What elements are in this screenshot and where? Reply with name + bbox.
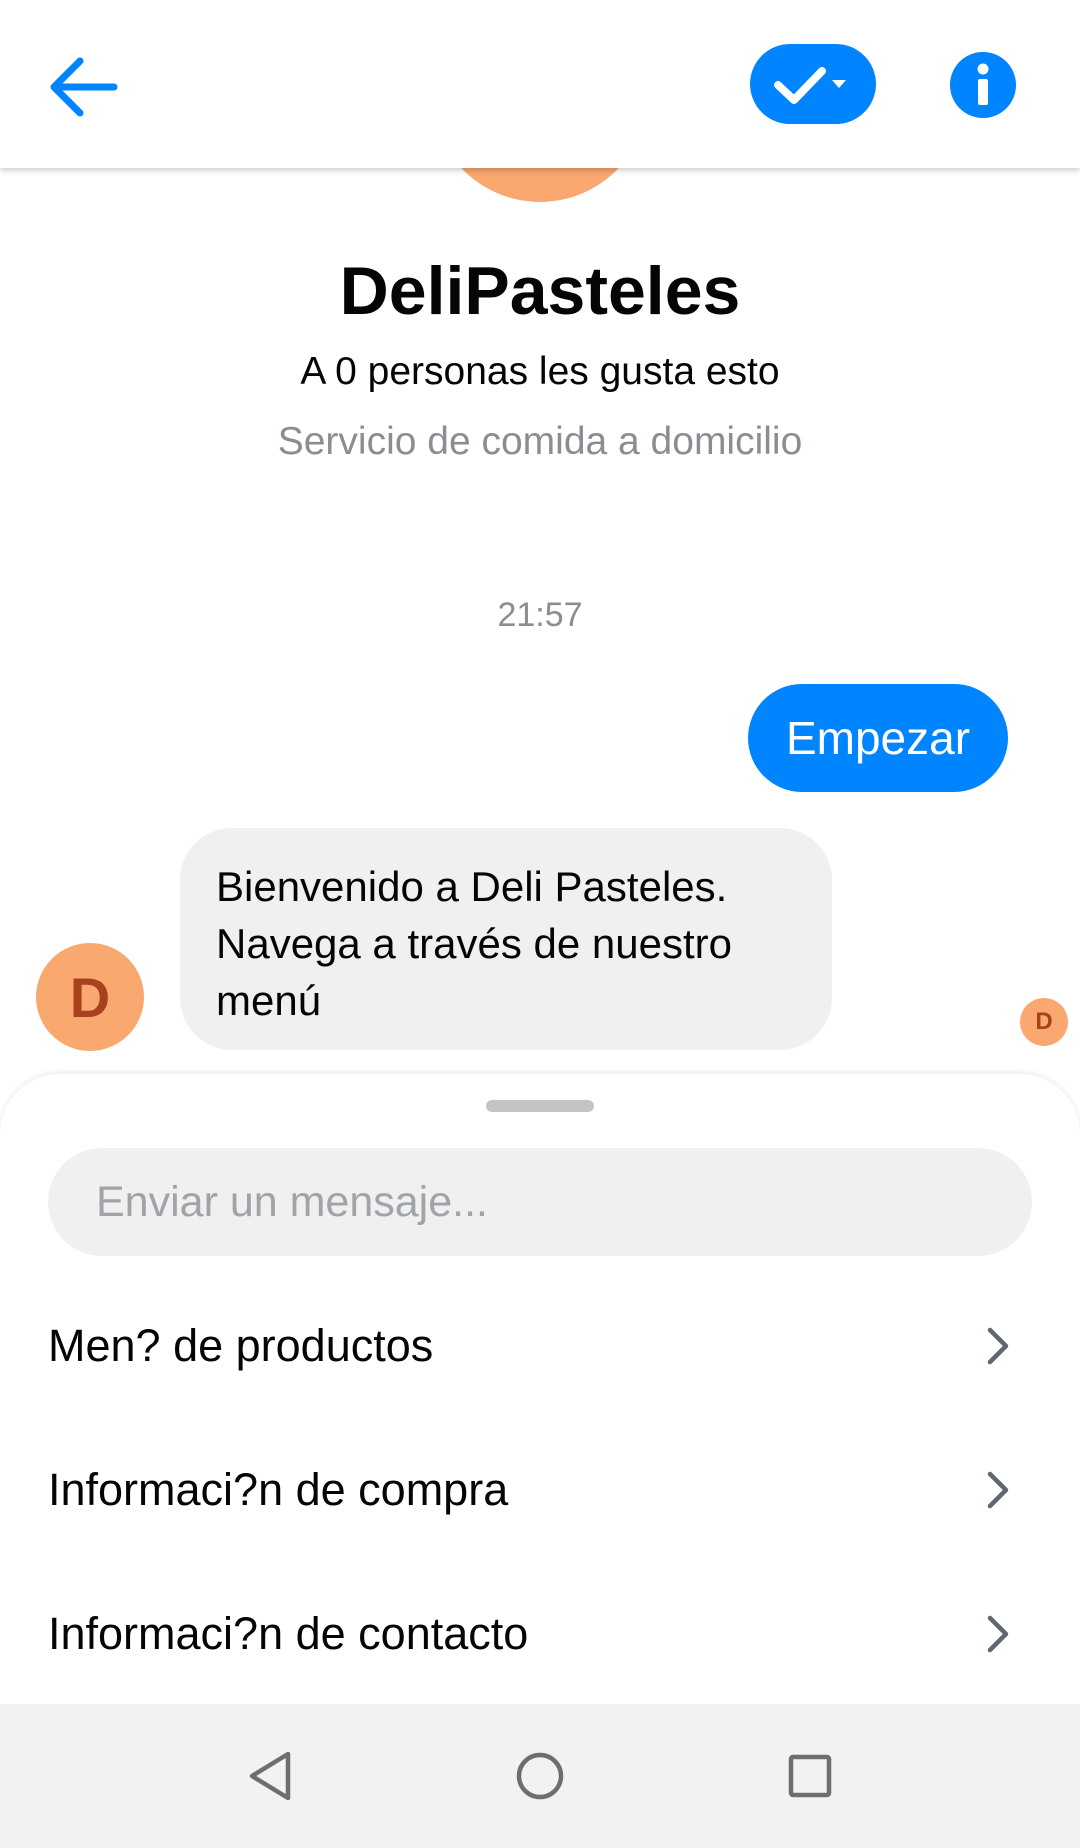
page-category-text: Servicio de comida a domicilio — [277, 420, 803, 463]
triangle-back-icon[interactable] — [240, 1746, 300, 1806]
quick-reply-label: Informaci?n de compra — [48, 1464, 509, 1515]
quick-reply-label: Men? de productos — [48, 1320, 434, 1371]
chevron-right-icon — [987, 1615, 1009, 1653]
circle-home-icon[interactable] — [510, 1746, 570, 1806]
page-likes-text: A 0 personas les gusta esto — [300, 350, 780, 393]
message-timestamp: 21:57 — [497, 596, 583, 634]
sent-message-bubble[interactable]: Empezar — [748, 684, 1008, 792]
checkmark-dropdown-icon — [774, 67, 846, 104]
drag-handle[interactable] — [486, 1100, 594, 1112]
message-input[interactable]: Enviar un mensaje... — [48, 1148, 1032, 1256]
page-title: DeliPasteles — [339, 253, 741, 329]
chevron-right-icon — [987, 1471, 1009, 1509]
square-recents-icon[interactable] — [780, 1746, 840, 1806]
received-message-bubble[interactable]: Bienvenido a Deli Pasteles. Navega a tra… — [180, 828, 832, 1050]
quick-reply-label: Informaci?n de contacto — [48, 1608, 529, 1659]
arrow-left-icon[interactable] — [40, 42, 130, 132]
mark-done-button[interactable] — [750, 44, 876, 124]
quick-replies-sheet: Enviar un mensaje... Men? de productos I… — [0, 1074, 1080, 1704]
chevron-right-icon — [987, 1327, 1009, 1365]
quick-reply-compra[interactable]: Informaci?n de compra — [0, 1418, 1080, 1562]
quick-reply-productos[interactable]: Men? de productos — [0, 1274, 1080, 1418]
quick-reply-contacto[interactable]: Informaci?n de contacto — [0, 1562, 1080, 1706]
info-icon[interactable] — [950, 52, 1016, 118]
system-navigation-bar — [0, 1704, 1080, 1848]
bot-avatar: D — [36, 943, 144, 1051]
read-receipt-avatar: D — [1020, 998, 1068, 1046]
top-bar — [0, 0, 1080, 168]
